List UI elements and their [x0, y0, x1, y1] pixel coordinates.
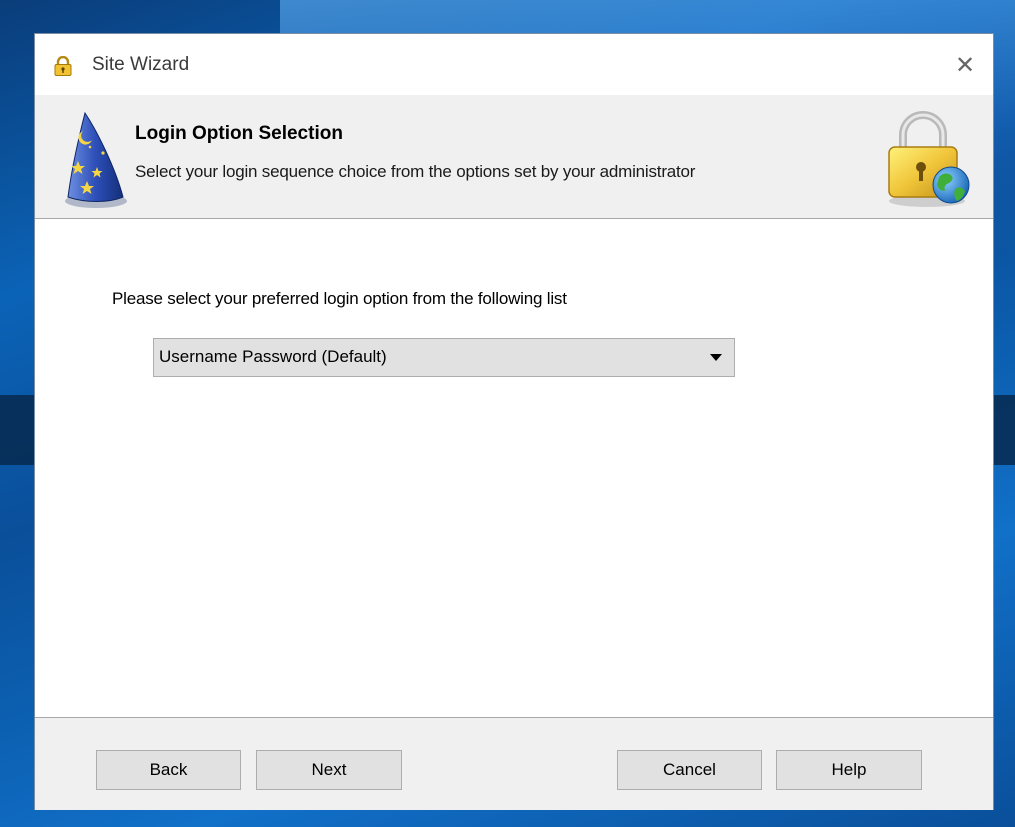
title-bar[interactable]: Site Wizard ✕: [35, 34, 993, 95]
window-title: Site Wizard: [92, 54, 190, 75]
padlock-globe-icon: [888, 111, 970, 207]
close-icon: ✕: [954, 51, 976, 79]
login-option-selected-value: Username Password (Default): [159, 347, 387, 366]
wizard-hat-icon: [65, 111, 127, 208]
site-wizard-dialog: Site Wizard ✕ Login Option Selection Sel…: [34, 33, 994, 810]
login-option-dropdown[interactable]: Username Password (Default): [153, 338, 735, 377]
cancel-button[interactable]: Cancel: [617, 750, 762, 790]
padlock-icon: [54, 56, 72, 76]
close-button[interactable]: ✕: [945, 46, 985, 84]
wizard-body: Please select your preferred login optio…: [35, 219, 993, 719]
page-title: Login Option Selection: [135, 123, 343, 144]
help-button[interactable]: Help: [776, 750, 922, 790]
login-option-prompt: Please select your preferred login optio…: [112, 289, 567, 308]
wizard-header: Login Option Selection Select your login…: [35, 95, 993, 219]
next-button[interactable]: Next: [256, 750, 402, 790]
dropdown-arrow-icon: [710, 354, 722, 361]
back-button[interactable]: Back: [96, 750, 241, 790]
wizard-footer: Back Next Cancel Help: [35, 717, 993, 810]
page-subtitle: Select your login sequence choice from t…: [135, 162, 696, 181]
